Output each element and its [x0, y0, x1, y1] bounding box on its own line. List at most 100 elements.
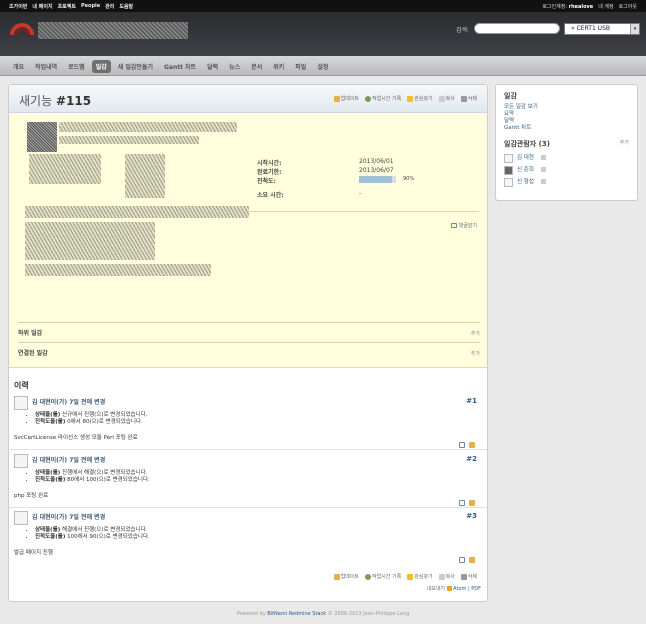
journal-number[interactable]: #1 — [466, 397, 477, 405]
header: 검색: » CERT1 USB ▾ — [0, 12, 646, 56]
watch-button[interactable]: 관심갖기 — [407, 95, 433, 102]
divider — [249, 211, 479, 212]
relations-section: 연결된 일감 추가 — [18, 342, 480, 362]
subject-redacted-2 — [59, 136, 199, 144]
done-ratio-label: 진척도: — [257, 178, 276, 185]
top-link-mypage[interactable]: 내 페이지 — [32, 3, 52, 10]
copy-button[interactable]: 복사 — [438, 573, 455, 580]
login-user[interactable]: rhealove — [569, 4, 594, 10]
pencil-icon[interactable] — [469, 500, 475, 506]
tab-files[interactable]: 파일 — [291, 60, 310, 73]
export-label: 내보내기 — [426, 586, 445, 592]
delete-icon[interactable] — [541, 167, 546, 172]
copy-icon — [438, 95, 445, 102]
project-jump-value: » CERT1 USB — [571, 25, 610, 32]
done-ratio-value: 90% — [403, 176, 415, 182]
copy-button[interactable]: 복사 — [438, 95, 455, 102]
tab-calendar[interactable]: 달력 — [203, 60, 222, 73]
edit-button[interactable]: 업데이트 — [333, 95, 359, 102]
project-jump-select[interactable]: » CERT1 USB ▾ — [564, 23, 640, 35]
top-link-home[interactable]: 조가이번 — [9, 3, 27, 10]
journal-number[interactable]: #3 — [466, 512, 477, 520]
tab-roadmap[interactable]: 로드맵 — [64, 60, 89, 73]
start-date-label: 시작시간: — [257, 160, 282, 167]
tab-overview[interactable]: 개요 — [9, 60, 28, 73]
journal-changes: 상태을(를) 해결에서 진행(으)로 변경되었습니다. 진척도을(를) 100에… — [35, 527, 150, 541]
export-links: 내보내기 Atom | PDF — [426, 586, 481, 592]
top-menu: 조가이번 내 페이지 프로젝트 People 관리 도움말 로그인계정: rhe… — [0, 0, 646, 12]
quote-icon[interactable] — [459, 442, 465, 448]
add-watcher-link[interactable]: 추가 — [620, 140, 629, 147]
add-relation-link[interactable]: 추가 — [471, 350, 480, 357]
sidebar-link-summary[interactable]: 요약 — [504, 111, 629, 118]
tab-activity[interactable]: 작업내역 — [31, 60, 61, 73]
tab-issues[interactable]: 일감 — [91, 60, 111, 73]
tab-settings[interactable]: 설정 — [313, 60, 332, 73]
delete-icon[interactable] — [541, 155, 546, 160]
copy-icon — [438, 573, 445, 580]
watcher-name[interactable]: 신 형섭 — [517, 179, 534, 186]
journal-note: SvcCertLicense 라이선스 생성 모듈 Perl 포팅 완료 — [14, 435, 138, 441]
journal-entry: 김 대현이(가) 7일 전에 변경 #1 상태을(를) 신규에서 진행(으)로 … — [9, 393, 487, 450]
journal-header[interactable]: 김 대현이(가) 7일 전에 변경 — [32, 512, 105, 521]
journal-actions — [459, 557, 477, 563]
watch-button[interactable]: 관심갖기 — [407, 573, 433, 580]
watcher-name[interactable]: 김 대현 — [517, 155, 534, 162]
avatar — [14, 454, 28, 468]
pencil-icon[interactable] — [469, 557, 475, 563]
meta-redacted — [29, 154, 101, 184]
search-label: 검색: — [456, 27, 470, 34]
delete-button[interactable]: 삭제 — [460, 573, 477, 580]
search-input[interactable] — [474, 23, 560, 34]
log-time-button[interactable]: 작업시간 기록 — [364, 573, 401, 580]
list-item: 상태을(를) 해결에서 진행(으)로 변경되었습니다. — [35, 527, 150, 534]
login-label: 로그인계정: rhealove — [542, 4, 594, 10]
star-icon — [407, 95, 414, 102]
subject-redacted — [59, 122, 237, 132]
top-link-projects[interactable]: 프로젝트 — [58, 3, 76, 10]
journal-changes: 상태을(를) 진행에서 해결(으)로 변경되었습니다. 진척도을(를) 80에서… — [35, 470, 150, 484]
description-redacted-3 — [25, 264, 211, 276]
top-link-admin[interactable]: 관리 — [105, 3, 114, 10]
quote-icon[interactable] — [459, 500, 465, 506]
edit-button[interactable]: 업데이트 — [333, 573, 359, 580]
journal-number[interactable]: #2 — [466, 455, 477, 463]
watchers-header: 일감관람자 (3) 추가 — [504, 139, 629, 153]
tab-gantt[interactable]: Gantt 차트 — [160, 60, 200, 73]
tab-wiki[interactable]: 위키 — [269, 60, 288, 73]
add-subtask-link[interactable]: 추가 — [471, 330, 480, 337]
sidebar-link-gantt[interactable]: Gantt 차트 — [504, 125, 629, 132]
quote-icon[interactable] — [459, 557, 465, 563]
relations-title: 연결된 일감 — [18, 350, 48, 357]
tab-news[interactable]: 뉴스 — [225, 60, 244, 73]
bitnami-link[interactable]: BitNami Redmine Stack — [267, 611, 326, 617]
export-pdf-link[interactable]: PDF — [471, 586, 481, 592]
delete-icon[interactable] — [541, 179, 546, 184]
journal-header[interactable]: 김 대현이(가) 7일 전에 변경 — [32, 397, 105, 406]
top-link-help[interactable]: 도움말 — [119, 3, 133, 10]
pencil-icon[interactable] — [469, 442, 475, 448]
watcher-item: 김 대현 — [504, 153, 629, 165]
issue-actions-bottom: 업데이트 작업시간 기록 관심갖기 복사 삭제 — [333, 573, 477, 580]
watcher-name[interactable]: 신 준희 — [517, 167, 534, 174]
tab-documents[interactable]: 문서 — [247, 60, 266, 73]
top-link-people[interactable]: People — [81, 3, 100, 10]
sidebar-link-all-issues[interactable]: 모든 일감 보기 — [504, 104, 629, 111]
export-atom-link[interactable]: Atom — [453, 586, 466, 592]
tab-new-issue[interactable]: 새 일감만들기 — [114, 60, 157, 73]
sidebar-link-calendar[interactable]: 달력 — [504, 118, 629, 125]
quote-button[interactable]: 댓글달기 — [450, 222, 477, 229]
main-menu: 개요 작업내역 로드맵 일감 새 일감만들기 Gantt 차트 달력 뉴스 문서… — [0, 56, 646, 76]
clock-icon — [364, 95, 371, 102]
delete-button[interactable]: 삭제 — [460, 95, 477, 102]
description-redacted-2 — [25, 222, 155, 260]
atom-icon — [446, 586, 452, 591]
pencil-icon — [333, 95, 340, 102]
journal-header[interactable]: 김 대현이(가) 7일 전에 변경 — [32, 455, 105, 464]
subtasks-section: 하위 일감 추가 — [18, 322, 480, 342]
my-account-link[interactable]: 내 계정 — [598, 3, 613, 10]
avatar — [14, 396, 28, 410]
journal-actions — [459, 500, 477, 506]
logout-link[interactable]: 로그아웃 — [619, 3, 637, 10]
log-time-button[interactable]: 작업시간 기록 — [364, 95, 401, 102]
